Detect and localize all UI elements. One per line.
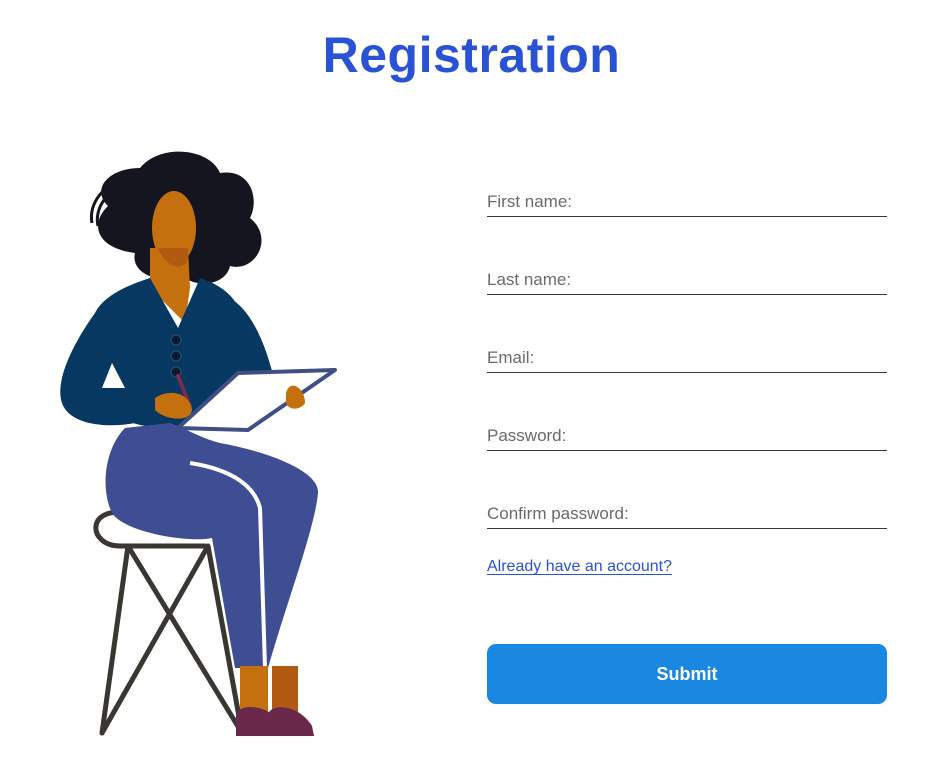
email-input[interactable]: [487, 348, 887, 368]
first-name-input[interactable]: [487, 192, 887, 212]
login-link[interactable]: Already have an account?: [487, 558, 672, 576]
first-name-field-wrapper: [487, 182, 887, 217]
email-field-wrapper: [487, 338, 887, 373]
confirm-password-field-wrapper: [487, 494, 887, 529]
registration-form: Already have an account? Submit: [487, 0, 887, 784]
password-field-wrapper: [487, 416, 887, 451]
password-input[interactable]: [487, 426, 887, 446]
submit-button[interactable]: Submit: [487, 644, 887, 704]
woman-with-clipboard-illustration: [60, 151, 337, 736]
confirm-password-input[interactable]: [487, 504, 887, 524]
last-name-input[interactable]: [487, 270, 887, 290]
last-name-field-wrapper: [487, 260, 887, 295]
